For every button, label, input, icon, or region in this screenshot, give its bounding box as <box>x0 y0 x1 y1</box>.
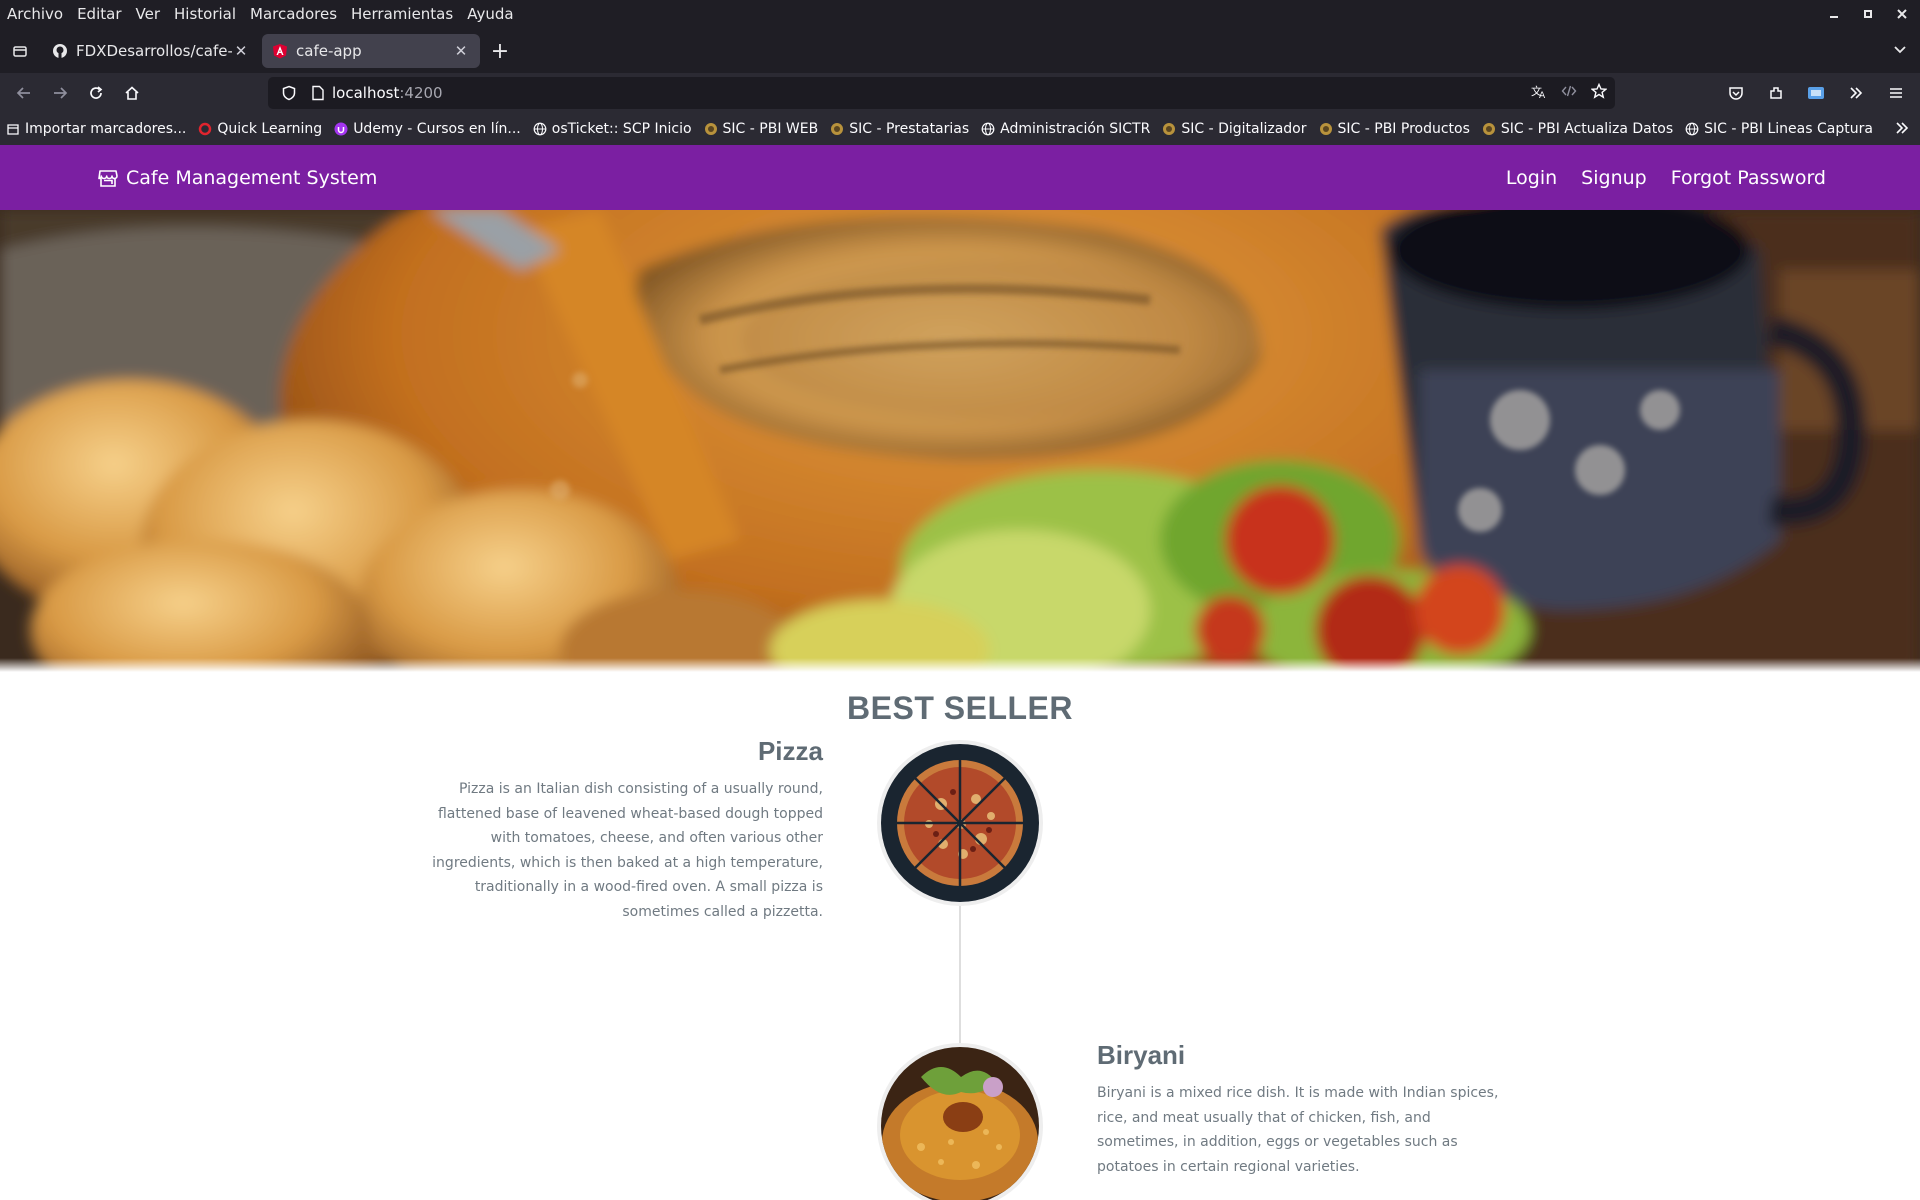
sic-icon <box>704 122 718 136</box>
minimize-icon[interactable] <box>1824 7 1844 23</box>
bookmark-importar[interactable]: Importar marcadores... <box>0 115 192 143</box>
globe-icon <box>981 122 995 136</box>
udemy-icon <box>334 122 348 136</box>
app-toolbar: Cafe Management System Login Signup Forg… <box>0 145 1920 210</box>
bookmark-administracion-sictr[interactable]: Administración SICTR <box>975 115 1156 143</box>
bookmark-label: SIC - PBI Actualiza Datos <box>1500 121 1674 137</box>
bookmark-sic-pbi-lineas-captura[interactable]: SIC - PBI Lineas Captura <box>1679 115 1879 143</box>
sic-icon <box>1162 122 1176 136</box>
close-window-icon[interactable] <box>1892 7 1912 23</box>
brand[interactable]: Cafe Management System <box>98 145 377 210</box>
bookmarks-overflow-icon[interactable] <box>1894 120 1910 140</box>
bookmark-udemy[interactable]: Udemy - Cursos en lín... <box>328 115 527 143</box>
tab-cafe-api[interactable]: FDXDesarrollos/cafe-api ✕ <box>42 34 260 68</box>
bookmark-sic-digitalizador[interactable]: SIC - Digitalizador <box>1156 115 1312 143</box>
menu-editar[interactable]: Editar <box>70 0 128 29</box>
window-controls <box>1824 0 1912 29</box>
sic-icon <box>1319 122 1333 136</box>
profile-container-icon[interactable] <box>1798 77 1834 109</box>
item-title: Pizza <box>757 736 823 766</box>
navigation-toolbar: localhost:4200 文A <box>0 73 1920 113</box>
reload-icon[interactable] <box>78 77 114 109</box>
best-seller-item-biryani: Biryani Biryani is a mixed rice dish. It… <box>1097 1040 1507 1179</box>
extensions-icon[interactable] <box>1758 77 1794 109</box>
back-icon[interactable] <box>6 77 42 109</box>
bookmark-quick-learning[interactable]: Quick Learning <box>192 115 328 143</box>
bookmark-label: SIC - PBI Productos <box>1337 121 1470 137</box>
new-tab-button[interactable]: + <box>480 34 520 68</box>
bookmark-label: Administración SICTR <box>1000 121 1151 137</box>
url-host: localhost <box>332 84 400 102</box>
svg-text:A: A <box>1539 91 1546 99</box>
storefront-icon <box>98 168 118 188</box>
pizza-image <box>877 740 1043 906</box>
bookmarks-bar: Importar marcadores... Quick Learning Ud… <box>0 113 1920 145</box>
forgot-password-link[interactable]: Forgot Password <box>1671 167 1826 189</box>
translate-icon[interactable]: 文A <box>1531 83 1547 103</box>
item-title: Biryani <box>1097 1040 1186 1070</box>
github-icon <box>52 43 68 59</box>
menu-herramientas[interactable]: Herramientas <box>344 0 460 29</box>
url-port: :4200 <box>399 84 443 102</box>
bookmark-label: Udemy - Cursos en lín... <box>353 121 521 137</box>
hero-banner-image <box>0 210 1920 672</box>
menu-marcadores[interactable]: Marcadores <box>243 0 344 29</box>
login-link[interactable]: Login <box>1506 167 1557 189</box>
pocket-icon[interactable] <box>1718 77 1754 109</box>
bookmark-label: SIC - Digitalizador <box>1181 121 1307 137</box>
bookmark-sic-pbi-web[interactable]: SIC - PBI WEB <box>698 115 825 143</box>
timeline-connector <box>959 905 961 1045</box>
signup-link[interactable]: Signup <box>1581 167 1647 189</box>
menu-ver[interactable]: Ver <box>129 0 168 29</box>
best-seller-heading: BEST SELLER <box>847 690 1073 726</box>
url-bar[interactable]: localhost:4200 文A <box>268 77 1615 109</box>
globe-icon <box>1685 122 1699 136</box>
tab-title: cafe-app <box>296 42 362 60</box>
bookmark-label: SIC - Prestatarias <box>849 121 970 137</box>
bookmark-label: SIC - PBI WEB <box>722 121 819 137</box>
brand-title: Cafe Management System <box>126 166 378 189</box>
home-icon[interactable] <box>114 77 150 109</box>
code-icon[interactable] <box>1561 83 1577 103</box>
close-tab-icon[interactable]: ✕ <box>232 42 250 60</box>
menu-historial[interactable]: Historial <box>167 0 243 29</box>
tab-title: FDXDesarrollos/cafe-api <box>76 42 232 60</box>
sic-icon <box>1482 122 1496 136</box>
sic-icon <box>830 122 844 136</box>
item-description: Biryani is a mixed rice dish. It is made… <box>1097 1085 1499 1175</box>
close-tab-icon[interactable]: ✕ <box>452 42 470 60</box>
overflow-chevron-icon[interactable] <box>1838 77 1874 109</box>
bookmark-label: SIC - PBI Lineas Captura <box>1704 121 1873 137</box>
menu-bar: Archivo Editar Ver Historial Marcadores … <box>0 0 1920 29</box>
bookmark-label: osTicket:: SCP Inicio <box>551 121 692 137</box>
bookmark-sic-pbi-productos[interactable]: SIC - PBI Productos <box>1313 115 1476 143</box>
page-icon[interactable] <box>304 85 332 101</box>
item-description: Pizza is an Italian dish consisting of a… <box>432 781 823 920</box>
app-nav: Login Signup Forgot Password <box>1506 145 1826 210</box>
bookmark-sic-prestatarias[interactable]: SIC - Prestatarias <box>824 115 975 143</box>
hamburger-menu-icon[interactable] <box>1878 77 1914 109</box>
import-icon <box>6 122 20 136</box>
star-icon[interactable] <box>1590 82 1608 103</box>
chevron-down-icon[interactable] <box>1892 41 1908 61</box>
angular-icon <box>272 43 288 59</box>
menu-ayuda[interactable]: Ayuda <box>460 0 520 29</box>
bookmark-label: Importar marcadores... <box>25 121 187 137</box>
shield-icon[interactable] <box>274 85 304 101</box>
globe-icon <box>533 122 547 136</box>
best-seller-item-pizza: Pizza Pizza is an Italian dish consistin… <box>420 736 823 924</box>
forward-icon[interactable] <box>42 77 78 109</box>
bookmark-osticket[interactable]: osTicket:: SCP Inicio <box>527 115 698 143</box>
maximize-icon[interactable] <box>1858 7 1878 23</box>
tab-bar: FDXDesarrollos/cafe-api ✕ cafe-app ✕ + <box>0 29 1920 73</box>
bookmark-sic-pbi-actualiza-datos[interactable]: SIC - PBI Actualiza Datos <box>1476 115 1679 143</box>
biryani-image <box>877 1043 1043 1200</box>
menu-archivo[interactable]: Archivo <box>0 0 70 29</box>
quick-learning-icon <box>198 122 212 136</box>
tab-cafe-app[interactable]: cafe-app ✕ <box>262 34 480 68</box>
bookmark-label: Quick Learning <box>217 121 323 137</box>
tab-list-icon[interactable] <box>0 29 40 73</box>
